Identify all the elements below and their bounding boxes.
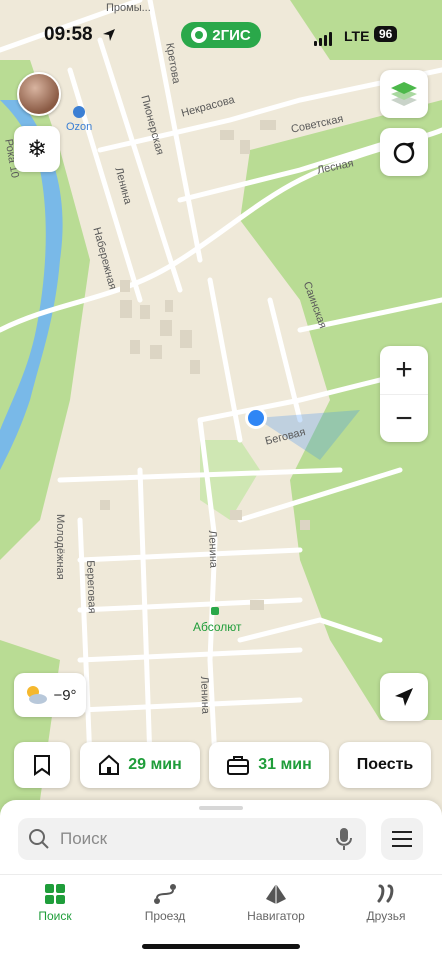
street-label: Молодёжная [54, 514, 66, 580]
home-route-time: 29 мин [128, 756, 182, 773]
bookmarks-button[interactable] [14, 742, 70, 788]
weather-temperature: −9° [53, 686, 77, 704]
microphone-icon[interactable] [336, 827, 352, 851]
tab-label: Друзья [366, 909, 406, 923]
network-type: LTE [344, 28, 370, 44]
home-route-chip[interactable]: 29 мин [80, 742, 200, 788]
search-bar[interactable] [18, 818, 366, 860]
brand-logo: 2ГИС [181, 22, 261, 48]
tab-label: Поиск [38, 909, 72, 923]
tab-navigator[interactable]: Навигатор [231, 883, 321, 923]
route-icon [154, 884, 176, 904]
status-time: 09:58 [44, 24, 93, 45]
compass-icon [393, 142, 415, 164]
poi-label-ozon[interactable]: Ozon [66, 121, 92, 133]
street-label: Ленина [206, 530, 220, 569]
grid-icon [45, 884, 65, 904]
work-route-chip[interactable]: 31 мин [209, 742, 329, 788]
menu-button[interactable] [381, 818, 423, 860]
eat-chip[interactable]: Поесть [339, 742, 431, 788]
layers-icon [391, 82, 417, 106]
home-icon [99, 754, 120, 775]
briefcase-icon [227, 756, 250, 775]
tab-label: Проезд [144, 909, 186, 923]
weather-widget[interactable]: −9° [14, 673, 86, 717]
home-indicator [142, 944, 300, 949]
brand-name: 2ГИС [212, 26, 251, 44]
location-arrow-icon [103, 29, 115, 41]
search-icon [29, 829, 49, 849]
zoom-in-button[interactable]: + [380, 346, 428, 394]
ozon-pin-icon[interactable] [73, 106, 85, 118]
tab-search[interactable]: Поиск [10, 883, 100, 923]
tab-bar: Поиск Проезд Навигатор Друзья [0, 874, 442, 925]
search-input[interactable] [58, 828, 322, 850]
snowflake-icon: ❄ [26, 135, 48, 163]
tab-friends[interactable]: Друзья [341, 883, 431, 923]
partly-cloudy-icon [27, 686, 48, 704]
signal-icon [314, 32, 332, 46]
owl-icon [191, 27, 208, 43]
layers-button[interactable] [380, 70, 428, 118]
tab-label: Навигатор [247, 909, 305, 923]
my-location-button[interactable] [380, 673, 428, 721]
zoom-out-button[interactable]: − [380, 394, 428, 443]
zoom-control: + − [380, 346, 428, 442]
battery-level: 96 [374, 26, 398, 42]
bottom-sheet: Поиск Проезд Навигатор Друзья [0, 800, 442, 960]
navigation-arrow-icon [395, 688, 413, 706]
street-label: Промы... [106, 2, 151, 14]
friends-icon [377, 884, 394, 903]
navigator-icon [266, 884, 286, 904]
poi-label-absolut[interactable]: Абсолют [193, 620, 242, 634]
street-label: Береговая [84, 560, 98, 614]
snowflake-button[interactable]: ❄ [14, 126, 60, 172]
street-label: Ленина [198, 676, 212, 715]
eat-chip-label: Поесть [356, 756, 414, 773]
work-route-time: 31 мин [258, 756, 312, 773]
sheet-handle[interactable] [199, 806, 243, 810]
bookmark-icon [34, 755, 50, 776]
avatar[interactable] [17, 72, 61, 116]
compass-button[interactable] [380, 128, 428, 176]
tab-route[interactable]: Проезд [120, 883, 210, 923]
menu-icon [392, 831, 412, 833]
